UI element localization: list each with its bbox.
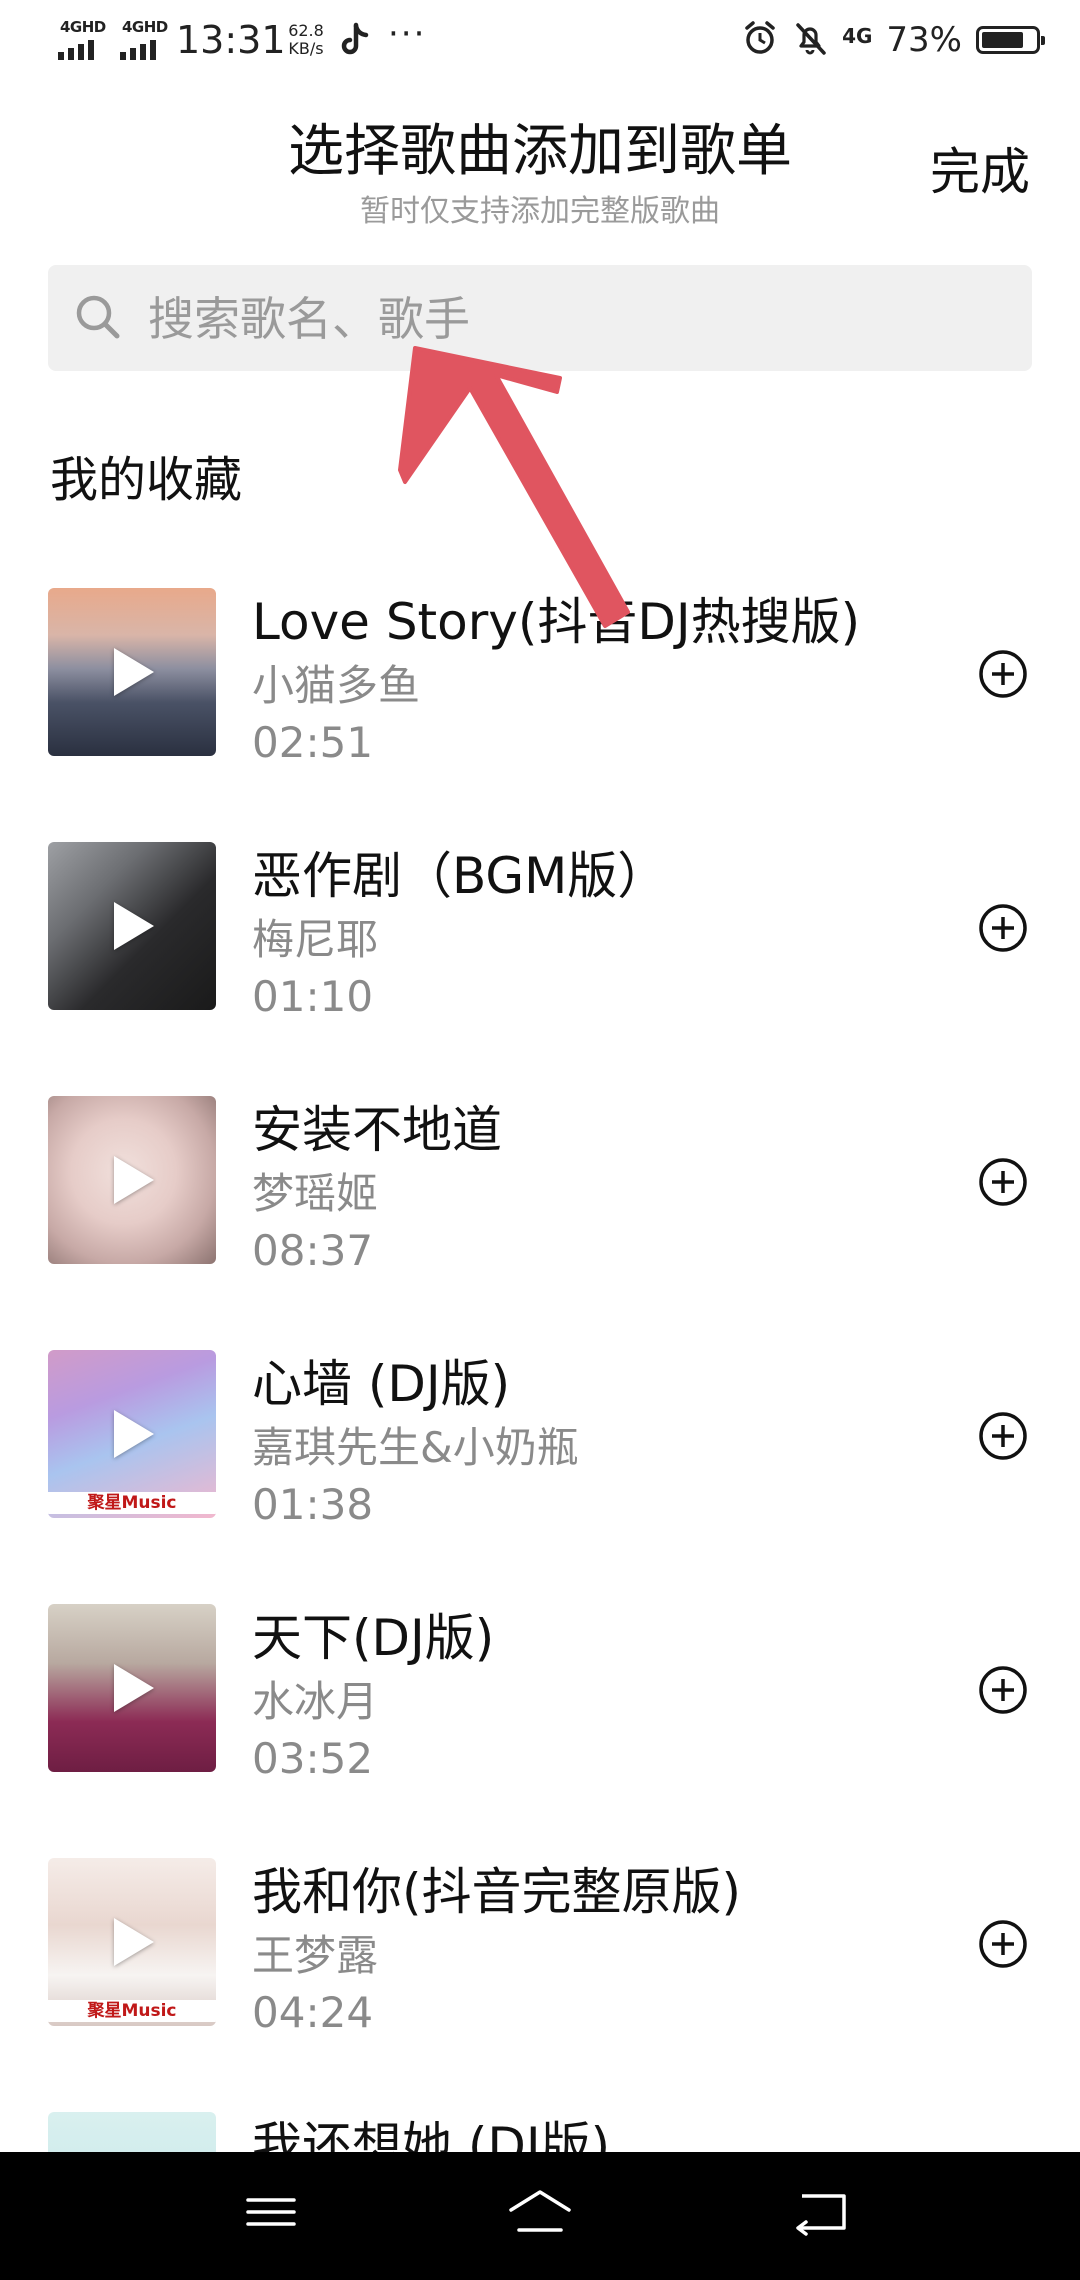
song-artist: 梅尼耶 (252, 915, 379, 964)
play-icon[interactable] (114, 1918, 154, 1966)
add-circle-icon[interactable] (978, 1919, 1028, 1969)
song-title: Love Story(抖音DJ热搜版) (252, 593, 861, 651)
song-cover[interactable] (48, 1096, 216, 1264)
song-item[interactable]: Love Story(抖音DJ热搜版) 小猫多鱼 02:51 (0, 588, 1080, 788)
menu-icon[interactable] (236, 2182, 306, 2242)
song-duration: 03:52 (252, 1734, 374, 1783)
song-cover[interactable] (48, 842, 216, 1010)
song-item[interactable]: 我还想她 (DJ版) (0, 2112, 1080, 2152)
song-duration: 02:51 (252, 718, 374, 767)
song-list: Love Story(抖音DJ热搜版) 小猫多鱼 02:51 恶作剧（BGM版）… (0, 0, 1080, 2152)
song-item[interactable]: 聚星Music 心墙 (DJ版) 嘉琪先生&小奶瓶 01:38 (0, 1350, 1080, 1550)
song-artist: 水冰月 (252, 1677, 379, 1726)
song-title: 心墙 (DJ版) (252, 1355, 511, 1413)
play-icon[interactable] (114, 1664, 154, 1712)
system-nav-bar (0, 2152, 1080, 2280)
song-cover[interactable] (48, 588, 216, 756)
add-circle-icon[interactable] (978, 903, 1028, 953)
play-icon[interactable] (114, 1410, 154, 1458)
song-artist: 嘉琪先生&小奶瓶 (252, 1423, 579, 1472)
song-item[interactable]: 天下(DJ版) 水冰月 03:52 (0, 1604, 1080, 1804)
song-title: 恶作剧（BGM版） (252, 847, 668, 905)
add-circle-icon[interactable] (978, 1411, 1028, 1461)
song-cover[interactable]: 聚星Music (48, 1858, 216, 2026)
song-cover[interactable]: 聚星Music (48, 1350, 216, 1518)
song-title: 天下(DJ版) (252, 1609, 495, 1667)
song-item[interactable]: 聚星Music 我和你(抖音完整原版) 王梦露 04:24 (0, 1858, 1080, 2058)
add-circle-icon[interactable] (978, 649, 1028, 699)
song-artist: 小猫多鱼 (252, 661, 421, 710)
song-item[interactable]: 安装不地道 梦瑶姬 08:37 (0, 1096, 1080, 1296)
song-duration: 01:10 (252, 972, 374, 1021)
song-duration: 04:24 (252, 1988, 374, 2037)
song-duration: 01:38 (252, 1480, 374, 1529)
song-cover[interactable] (48, 2112, 216, 2152)
cover-brand-logo: 聚星Music (48, 1492, 216, 1514)
cover-brand-logo: 聚星Music (48, 2000, 216, 2022)
song-artist: 王梦露 (252, 1931, 379, 1980)
song-artist: 梦瑶姬 (252, 1169, 379, 1218)
song-cover[interactable] (48, 1604, 216, 1772)
song-title: 我和你(抖音完整原版) (252, 1863, 742, 1921)
add-circle-icon[interactable] (978, 1665, 1028, 1715)
back-icon[interactable] (788, 2182, 858, 2242)
home-icon[interactable] (505, 2182, 575, 2242)
song-item[interactable]: 恶作剧（BGM版） 梅尼耶 01:10 (0, 842, 1080, 1042)
song-title: 安装不地道 (252, 1101, 502, 1159)
play-icon[interactable] (114, 648, 154, 696)
play-icon[interactable] (114, 1156, 154, 1204)
add-circle-icon[interactable] (978, 1157, 1028, 1207)
song-title: 我还想她 (DJ版) (252, 2117, 611, 2152)
song-duration: 08:37 (252, 1226, 374, 1275)
play-icon[interactable] (114, 902, 154, 950)
